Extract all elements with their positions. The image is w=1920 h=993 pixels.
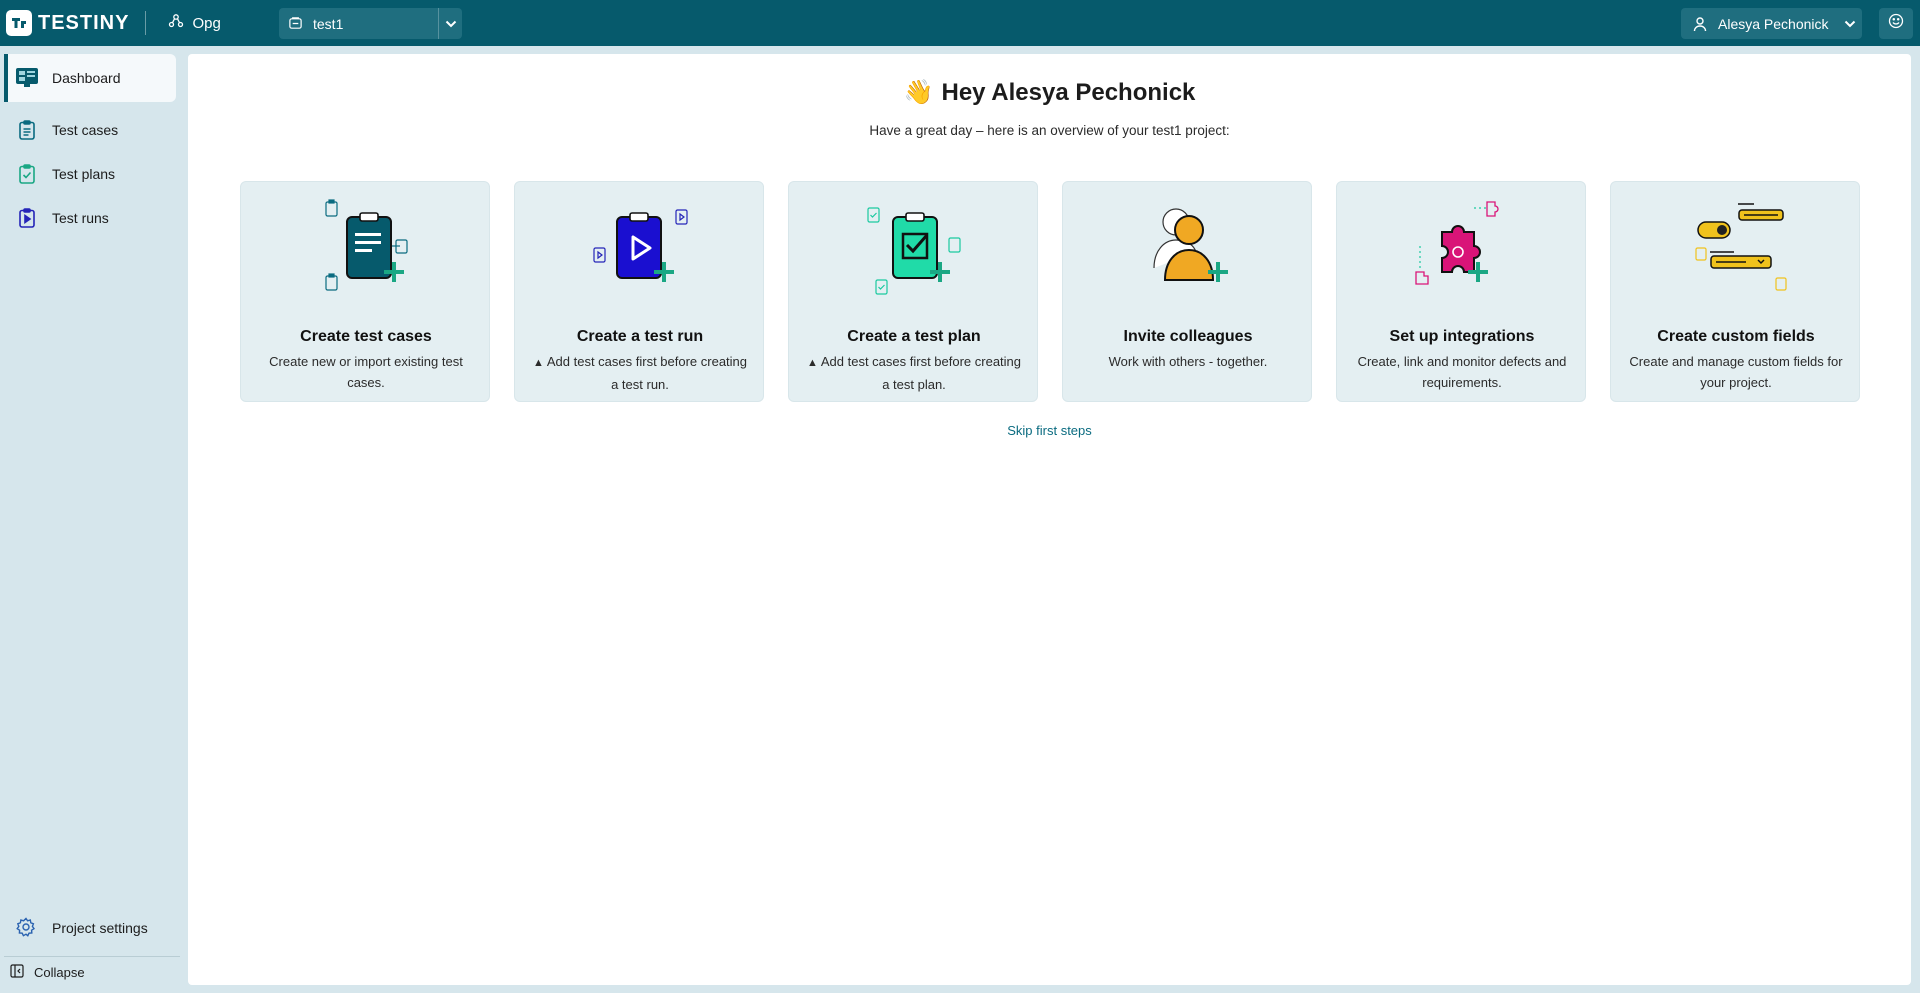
org-switcher[interactable]: Opg [168,13,221,33]
user-icon [1692,16,1708,32]
clipboard-play-icon [515,196,765,300]
org-icon [168,13,184,33]
project-settings-label: Project settings [52,920,148,936]
sidebar-divider [4,956,180,957]
main-content: 👋 Hey Alesya Pechonick Have a great day … [188,54,1911,985]
sidebar-item-label: Test cases [52,122,119,138]
sidebar-item-dashboard[interactable]: Dashboard [4,54,176,102]
first-steps-cards: Create test cases Create new or import e… [240,181,1860,402]
card-description-text: Add test cases first before creating a t… [820,354,1022,392]
skip-first-steps-link[interactable]: Skip first steps [1007,423,1092,438]
page-subtitle: Have a great day – here is an overview o… [869,123,1230,138]
sidebar-item-label: Test plans [52,166,116,182]
gear-icon [16,917,38,939]
card-invite-colleagues[interactable]: Invite colleagues Work with others - tog… [1062,181,1312,402]
chevron-down-icon [1838,8,1862,39]
puzzle-icon [1337,196,1587,300]
sidebar-item-test-plans[interactable]: Test plans [4,150,176,198]
clipboard-check-icon [789,196,1039,300]
testiny-logo-icon [6,10,32,36]
brand-name: TESTINY [38,11,130,34]
sidebar-item-test-runs[interactable]: Test runs [4,194,176,242]
user-name: Alesya Pechonick [1718,15,1829,32]
card-title: Create custom fields [1657,328,1815,345]
brand-logo[interactable]: TESTINY [6,0,129,46]
sidebar-item-label: Test runs [52,210,109,226]
clipboard-teal-icon [241,196,491,300]
card-description: Create and manage custom fields for your… [1629,354,1843,390]
dashboard-icon [16,67,38,89]
card-description: ▲ Add test cases first before creating a … [529,351,751,395]
test-runs-icon [16,207,38,229]
project-select-value: test1 [313,15,344,32]
sidebar: Dashboard Test cases Test plans Test run… [0,46,186,993]
test-cases-icon [16,119,38,141]
chevron-down-icon[interactable] [438,8,462,39]
card-create-test-plan[interactable]: Create a test plan ▲ Add test cases first… [788,181,1038,402]
card-description: ▲ Add test cases first before creating a … [803,351,1025,395]
feedback-button[interactable] [1879,8,1913,39]
top-divider [145,11,147,35]
card-create-test-run[interactable]: Create a test run ▲ Add test cases first … [514,181,764,402]
collapse-sidebar-button[interactable]: Collapse [10,964,85,981]
card-title: Create test cases [300,328,432,345]
project-select[interactable]: test1 [279,8,462,39]
card-description: Create, link and monitor defects and req… [1357,354,1567,390]
sidebar-item-test-cases[interactable]: Test cases [4,106,176,154]
sidebar-item-label: Dashboard [52,70,121,86]
people-icon [1063,196,1313,300]
card-create-custom-fields[interactable]: Create custom fields Create and manage c… [1610,181,1860,402]
card-title: Create a test plan [847,328,981,345]
card-description: Create new or import existing test cases… [269,354,463,390]
collapse-icon [10,964,24,981]
greeting-text: Hey Alesya Pechonick [941,78,1196,106]
project-settings-link[interactable]: Project settings [4,908,176,948]
collapse-label: Collapse [34,965,85,980]
warning-icon: ▲ [532,357,544,369]
org-name: Opg [192,14,221,32]
card-description-text: Add test cases first before creating a t… [546,354,748,392]
top-bar: TESTINY Opg test1 Alesya Pechonick [0,0,1920,46]
card-description: Work with others - together. [1108,354,1268,369]
page-title: 👋 Hey Alesya Pechonick [188,78,1911,107]
warning-icon: ▲ [806,357,818,369]
card-create-test-cases[interactable]: Create test cases Create new or import e… [240,181,490,402]
card-set-up-integrations[interactable]: Set up integrations Create, link and mon… [1336,181,1586,402]
waving-hand-icon: 👋 [903,79,934,106]
card-title: Create a test run [576,328,704,345]
skip-first-steps-row: Skip first steps [188,423,1911,438]
project-icon [288,16,303,31]
custom-fields-icon [1611,196,1861,300]
card-title: Invite colleagues [1123,328,1253,345]
card-title: Set up integrations [1389,328,1535,345]
smiley-icon [1888,13,1904,34]
user-menu-button[interactable]: Alesya Pechonick [1681,8,1862,39]
test-plans-icon [16,163,38,185]
